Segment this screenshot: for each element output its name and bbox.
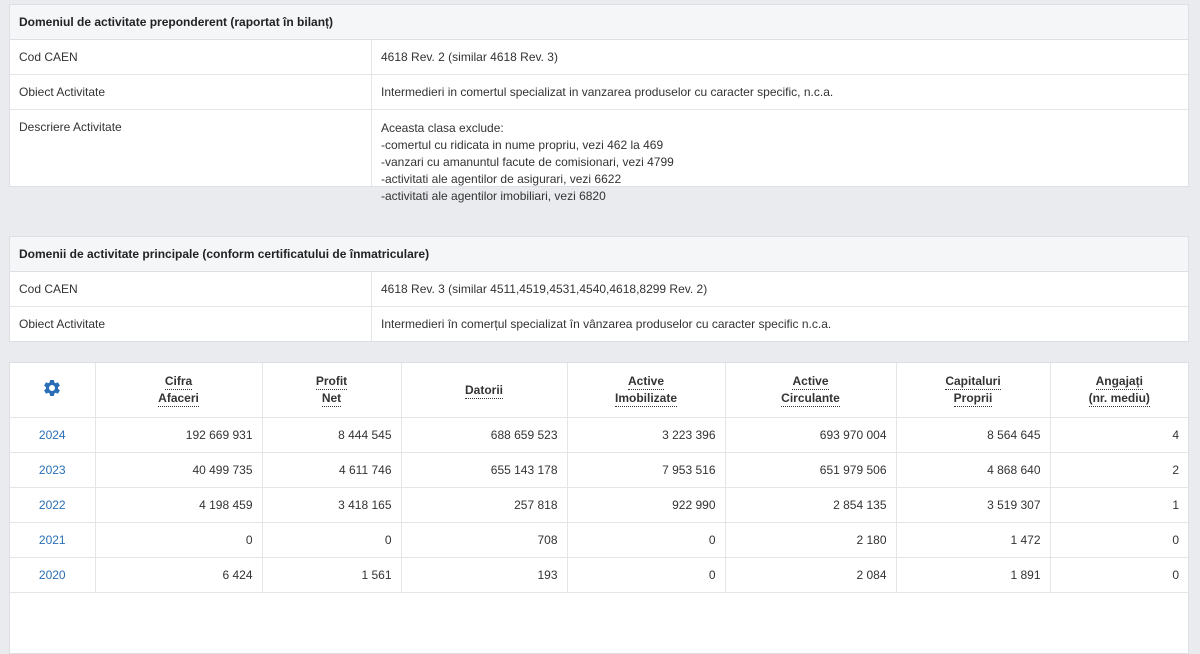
table-cell: 40 499 735 [95,452,263,488]
activity-object-value-2: Intermedieri în comerțul specializat în … [381,317,832,331]
table-cell: 0 [262,522,402,558]
caen-code-label-2: Cod CAEN [10,272,372,306]
table-cell: 2 [1050,452,1188,488]
caen-code-value: 4618 Rev. 2 (similar 4618 Rev. 3) [381,50,558,64]
table-cell: 2 084 [725,557,897,593]
table-cell: 4 198 459 [95,487,263,523]
year-link[interactable]: 2020 [10,557,96,593]
table-cell: 192 669 931 [95,417,263,453]
table-cell: 3 418 165 [262,487,402,523]
year-link[interactable]: 2024 [10,417,96,453]
gear-icon[interactable] [42,378,62,398]
activity-object-label: Obiect Activitate [10,75,372,109]
header-employees[interactable]: Angajați (nr. mediu) [1050,363,1188,418]
table-cell: 4 868 640 [896,452,1051,488]
table-cell: 0 [567,557,726,593]
table-cell: 1 561 [262,557,402,593]
table-cell: 3 519 307 [896,487,1051,523]
activity-object-row-2: Obiect Activitate Intermedieri în comerț… [10,307,1188,341]
financial-table: Cifra Afaceri Profit Net Datorii Active Imo… [10,363,1188,593]
table-cell: 6 424 [95,557,263,593]
description-line: -activitati ale agentilor de asigurari, … [381,172,622,186]
table-cell: 0 [1050,522,1188,558]
table-cell: 2 180 [725,522,897,558]
caen-code-row-2: Cod CAEN 4618 Rev. 3 (similar 4511,4519,… [10,272,1188,307]
table-row: 2020 6 424 1 561 193 0 2 084 1 891 0 [10,557,1188,593]
table-cell: 708 [401,522,568,558]
table-cell: 257 818 [401,487,568,523]
table-row: 2021 0 0 708 0 2 180 1 472 0 [10,522,1188,558]
table-cell: 7 953 516 [567,452,726,488]
financial-panel: Cifra Afaceri Profit Net Datorii Active Imo… [9,362,1189,654]
header-debts[interactable]: Datorii [401,363,568,418]
activity-object-value: Intermedieri in comertul specializat in … [381,85,834,99]
table-cell: 0 [1050,557,1188,593]
activity-description-value: Aceasta clasa exclude: -comertul cu ridi… [372,110,1188,203]
table-cell: 0 [95,522,263,558]
activity-description-label: Descriere Activitate [10,110,372,186]
main-activities-title: Domenii de activitate principale (confor… [10,237,1188,272]
table-cell: 4 611 746 [262,452,402,488]
table-cell: 1 [1050,487,1188,523]
table-row: 2023 40 499 735 4 611 746 655 143 178 7 953 … [10,452,1188,488]
year-link[interactable]: 2023 [10,452,96,488]
financial-header-row: Cifra Afaceri Profit Net Datorii Active Imo… [10,363,1188,418]
table-cell: 8 444 545 [262,417,402,453]
primary-activity-title: Domeniul de activitate preponderent (rap… [10,5,1188,40]
description-line: Aceasta clasa exclude: [381,121,504,135]
table-row: 2024 192 669 931 8 444 545 688 659 523 3 223… [10,417,1188,453]
activity-description-row: Descriere Activitate Aceasta clasa exclu… [10,110,1188,203]
header-current-assets[interactable]: Active Circulante [725,363,897,418]
table-cell: 1 472 [896,522,1051,558]
table-cell: 4 [1050,417,1188,453]
header-net-profit[interactable]: Profit Net [262,363,402,418]
table-cell: 8 564 645 [896,417,1051,453]
description-line: -vanzari cu amanuntul facute de comision… [381,155,674,169]
main-activities-panel: Domenii de activitate principale (confor… [9,236,1189,342]
description-line: -comertul cu ridicata in nume propriu, v… [381,138,664,152]
table-cell: 2 854 135 [725,487,897,523]
table-cell: 651 979 506 [725,452,897,488]
table-cell: 193 [401,557,568,593]
caen-code-value-2: 4618 Rev. 3 (similar 4511,4519,4531,4540… [381,282,708,296]
table-cell: 688 659 523 [401,417,568,453]
caen-code-row: Cod CAEN 4618 Rev. 2 (similar 4618 Rev. … [10,40,1188,75]
header-turnover[interactable]: Cifra Afaceri [95,363,263,418]
table-cell: 0 [567,522,726,558]
table-row: 2022 4 198 459 3 418 165 257 818 922 990 2 85… [10,487,1188,523]
settings-cell[interactable] [10,363,96,418]
primary-activity-panel: Domeniul de activitate preponderent (rap… [9,4,1189,203]
header-fixed-assets[interactable]: Active Imobilizate [567,363,726,418]
header-equity[interactable]: Capitaluri Proprii [896,363,1051,418]
table-cell: 3 223 396 [567,417,726,453]
activity-object-row: Obiect Activitate Intermedieri in comert… [10,75,1188,110]
table-cell: 693 970 004 [725,417,897,453]
table-cell: 1 891 [896,557,1051,593]
caen-code-label: Cod CAEN [10,40,372,74]
year-link[interactable]: 2021 [10,522,96,558]
year-link[interactable]: 2022 [10,487,96,523]
table-cell: 655 143 178 [401,452,568,488]
description-line: -activitati ale agentilor imobiliari, ve… [381,189,606,203]
table-cell: 922 990 [567,487,726,523]
activity-object-label-2: Obiect Activitate [10,307,372,341]
